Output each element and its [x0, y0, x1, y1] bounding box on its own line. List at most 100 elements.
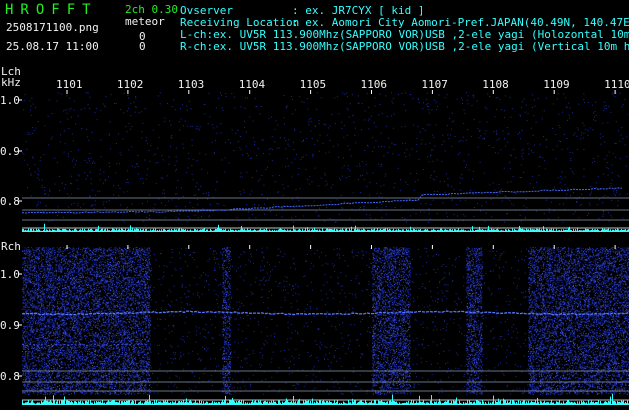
lch-noise-dot	[531, 106, 533, 108]
rch-noise-dot	[304, 310, 306, 312]
lch-noise-dot	[256, 170, 258, 172]
lch-noise-dot	[583, 168, 585, 170]
rch-noise-dot	[485, 325, 487, 327]
rch-noise-dot	[436, 329, 438, 331]
lch-noise-dot	[249, 194, 251, 196]
lch-noise-dot	[618, 130, 620, 132]
lch-noise-dot	[307, 121, 309, 123]
rch-noise-dot	[150, 284, 152, 286]
rch-noise-dot	[362, 251, 364, 253]
lch-noise-dot	[363, 206, 365, 208]
rch-noise-dot	[340, 393, 342, 395]
rch-noise-dot	[342, 393, 344, 395]
lch-noise-dot	[525, 104, 527, 106]
rch-band-dot	[38, 255, 40, 257]
rch-noise-dot	[84, 282, 86, 284]
lch-noise-dot	[349, 217, 351, 219]
lch-noise-dot	[123, 92, 125, 94]
lch-noise-dot	[146, 174, 148, 176]
rch-noise-dot	[165, 350, 167, 352]
rch-noise-dot	[443, 350, 445, 352]
rch-noise-dot	[491, 292, 493, 294]
rch-noise-dot	[288, 349, 290, 351]
rch-band-dot	[42, 273, 44, 275]
rch-band-dot	[131, 298, 133, 300]
rch-noise-dot	[250, 385, 252, 387]
lch-noise-dot	[427, 124, 429, 126]
rch-noise-dot	[205, 337, 207, 339]
rch-band-dot	[22, 392, 24, 394]
rch-noise-dot	[230, 297, 232, 299]
lch-noise-dot	[153, 154, 155, 156]
rch-noise-dot	[420, 357, 422, 359]
rch-band-dot	[143, 315, 145, 317]
rch-band-dot	[76, 315, 78, 317]
rch-noise-dot	[545, 334, 547, 336]
lch-noise-dot	[545, 199, 547, 201]
rch-noise-dot	[490, 329, 492, 331]
rch-noise-dot	[591, 356, 593, 358]
rch-noise-dot	[261, 251, 263, 253]
rch-noise-dot	[359, 356, 361, 358]
rch-noise-dot	[284, 358, 286, 360]
lch-noise-dot	[451, 112, 453, 114]
lch-noise-dot	[189, 201, 191, 203]
rch-noise-dot	[36, 290, 38, 292]
rch-noise-dot	[489, 289, 491, 291]
lch-noise-dot	[614, 195, 616, 197]
rch-noise-dot	[336, 248, 338, 250]
rch-noise-dot	[433, 269, 435, 271]
rch-noise-dot	[304, 275, 306, 277]
rch-noise-dot	[489, 270, 491, 272]
rch-noise-dot	[84, 288, 86, 290]
lch-noise-dot	[566, 107, 568, 109]
lch-noise-dot	[68, 97, 70, 99]
lch-noise-dot	[608, 220, 610, 222]
lch-noise-dot	[64, 187, 66, 189]
lch-noise-dot	[327, 127, 329, 129]
lch-noise-dot	[454, 136, 456, 138]
rch-noise-dot	[173, 326, 175, 328]
lch-noise-dot	[268, 148, 270, 150]
rch-noise-dot	[291, 372, 293, 374]
rch-noise-dot	[122, 269, 124, 271]
rch-noise-dot	[366, 330, 368, 332]
rch-noise-dot	[330, 346, 332, 348]
lch-noise-dot	[522, 158, 524, 160]
rch-noise-dot	[422, 322, 424, 324]
lch-noise-dot	[259, 113, 261, 115]
rch-band-dot	[91, 358, 93, 360]
rch-band-dot	[52, 388, 54, 390]
rch-noise-dot	[259, 352, 261, 354]
lch-noise-dot	[511, 154, 513, 156]
rch-noise-dot	[516, 287, 518, 289]
lch-noise-dot	[625, 165, 627, 167]
rch-noise-dot	[471, 278, 473, 280]
rch-noise-dot	[185, 247, 187, 249]
lch-noise-dot	[316, 140, 318, 142]
lch-noise-dot	[521, 129, 523, 131]
lch-noise-dot	[100, 110, 102, 112]
rch-band-dot	[79, 358, 81, 360]
rch-noise-dot	[543, 348, 545, 350]
rch-noise-dot	[415, 319, 417, 321]
rch-band-dot	[59, 382, 61, 384]
lch-noise-dot	[385, 206, 387, 208]
lch-noise-dot	[385, 95, 387, 97]
lch-noise-dot	[87, 92, 89, 94]
lch-noise-dot	[284, 137, 286, 139]
rch-noise-dot	[570, 302, 572, 304]
rch-noise-dot	[189, 304, 191, 306]
rch-noise-dot	[150, 299, 152, 301]
rch-noise-dot	[500, 253, 502, 255]
rch-noise-dot	[441, 388, 443, 390]
lch-noise-dot	[445, 173, 447, 175]
rch-noise-dot	[179, 377, 181, 379]
rch-noise-dot	[215, 252, 217, 254]
rch-noise-dot	[434, 316, 436, 318]
lch-noise-dot	[593, 119, 595, 121]
lch-noise-dot	[590, 191, 592, 193]
rch-noise-dot	[503, 338, 505, 340]
lch-noise-dot	[228, 139, 230, 141]
rch-noise-dot	[326, 347, 328, 349]
